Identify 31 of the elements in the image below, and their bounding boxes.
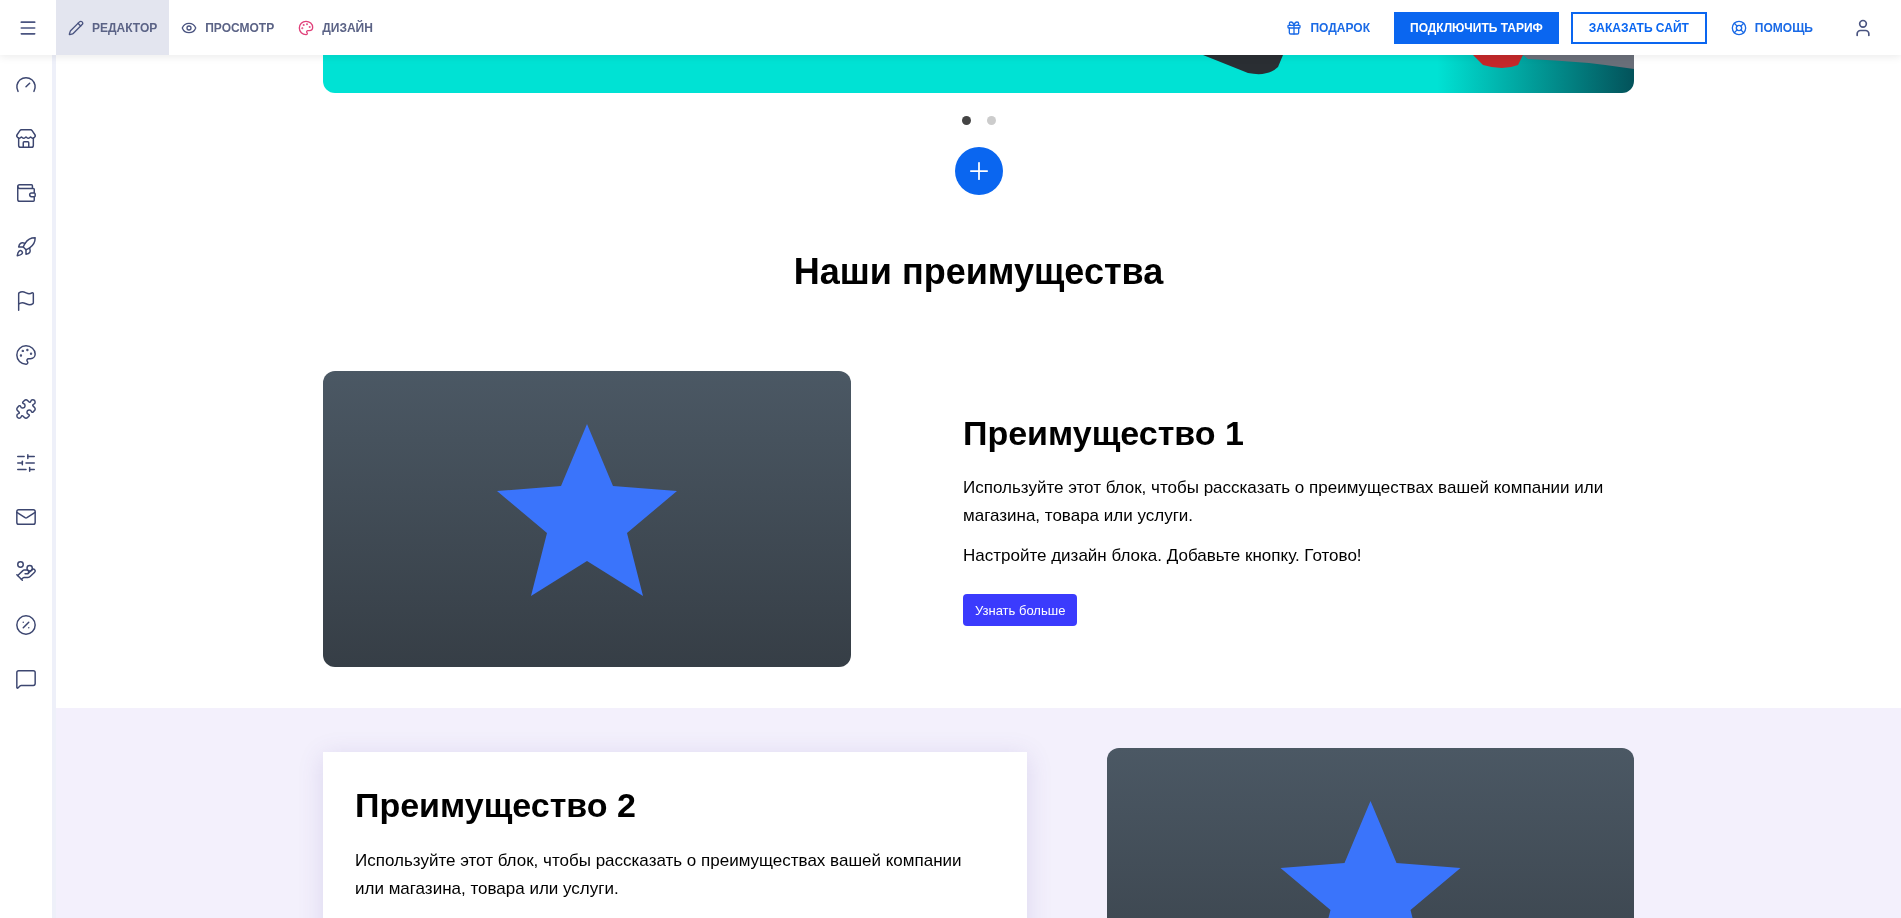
palette-icon <box>298 19 315 36</box>
percent-icon[interactable] <box>15 614 37 636</box>
mode-tab[interactable]: ПРОСМОТР <box>169 0 287 55</box>
plan-button[interactable]: ПОДКЛЮЧИТЬ ТАРИФ <box>1394 11 1559 44</box>
gift-link[interactable]: ПОДАРОК <box>1286 18 1370 37</box>
feature-text: Используйте этот блок, чтобы рассказать о преимуществах вашей компании или магазина, товара или услуги. <box>355 849 963 900</box>
hand-coins-icon[interactable] <box>15 560 37 582</box>
mode-tab[interactable]: РЕДАКТОР <box>56 0 170 55</box>
pencil-icon <box>68 19 84 36</box>
section-title: Наши преимущества <box>792 250 1165 294</box>
feature-text: Используйте этот блок, чтобы рассказать о преимуществах вашей компании или магазина, товара или услуги. <box>963 477 1605 528</box>
lifebuoy-icon <box>1730 19 1747 36</box>
store-icon[interactable] <box>15 128 37 150</box>
learn-more-button[interactable]: Узнать больше <box>963 594 1078 627</box>
chat-icon[interactable] <box>15 668 37 690</box>
palette-icon[interactable] <box>15 344 37 366</box>
feature-title: Преимущество 2 <box>355 785 637 826</box>
order-site-button[interactable]: ЗАКАЗАТЬ САЙТ <box>1570 11 1707 44</box>
mail-icon[interactable] <box>15 506 37 528</box>
wallet-icon[interactable] <box>15 182 37 204</box>
sliders-icon[interactable] <box>15 452 37 474</box>
rocket-icon[interactable] <box>15 236 37 258</box>
add-block-button[interactable] <box>954 147 1003 195</box>
gift-icon <box>1286 19 1303 36</box>
feature-title: Преимущество 1 <box>963 412 1245 454</box>
flag-icon[interactable] <box>15 290 37 312</box>
puzzle-icon[interactable] <box>15 398 37 420</box>
user-icon[interactable] <box>1853 17 1873 38</box>
mode-tab[interactable]: ДИЗАЙН <box>286 0 385 55</box>
help-link[interactable]: ПОМОЩЬ <box>1730 18 1813 37</box>
feature-text: Настройте дизайн блока. Добавьте кнопку. Готово! <box>963 545 1363 568</box>
